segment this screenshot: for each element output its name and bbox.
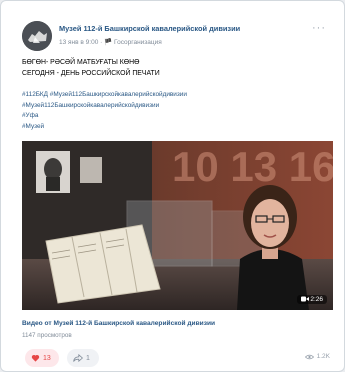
hashtag-list: #112БКД #Музей112Башкирскойкавалерийской… [22, 90, 187, 132]
hashtag-link[interactable]: #Уфа [22, 111, 187, 122]
hashtag-link[interactable]: #Музей112Башкирскойкавалерийскойдивизии [22, 101, 187, 112]
share-button[interactable]: 1 [67, 349, 99, 367]
views-stat: 1.2K [304, 353, 330, 360]
video-camera-icon [300, 296, 309, 302]
like-count: 13 [43, 354, 51, 362]
museum-logo-icon [22, 21, 52, 51]
video-view-count: 1147 просмотров [22, 332, 72, 339]
hashtag-link[interactable]: #Музей [22, 122, 187, 133]
like-button[interactable]: 13 [25, 349, 59, 367]
video-title-link[interactable]: Видео от Музей 112-й Башкирской кавалери… [22, 320, 215, 327]
wall-numbers: 10 13 16 [172, 143, 333, 190]
post-text-line-2: СЕГОДНЯ - ДЕНЬ РОССИЙСКОЙ ПЕЧАТИ [22, 70, 160, 77]
share-count: 1 [86, 354, 90, 362]
hashtag-link[interactable]: #112БКД #Музей112Башкирскойкавалерийской… [22, 90, 187, 101]
eye-icon [304, 354, 314, 359]
group-avatar[interactable] [22, 21, 52, 51]
post-meta: 13 янв в 9:00 · 🏴 Госорганизация [59, 39, 162, 46]
post-card: Музей 112-й Башкирской кавалерийской див… [0, 0, 345, 372]
video-player[interactable]: 10 13 16 2:26 [22, 141, 333, 310]
more-icon[interactable]: ··· [312, 22, 326, 34]
video-thumbnail: 10 13 16 [22, 141, 333, 310]
svg-text:10 13 16: 10 13 16 [172, 143, 333, 190]
video-duration: 2:26 [296, 295, 327, 304]
group-name-link[interactable]: Музей 112-й Башкирской кавалерийской див… [59, 24, 240, 33]
post-text-line-1: БӨГӨН- РӘСӘЙ МАТБУҒАТЫ КӨНӨ [22, 59, 140, 66]
share-icon [73, 354, 83, 362]
video-duration-text: 2:26 [310, 296, 323, 303]
heart-icon [31, 354, 40, 362]
views-stat-count: 1.2K [316, 353, 330, 360]
